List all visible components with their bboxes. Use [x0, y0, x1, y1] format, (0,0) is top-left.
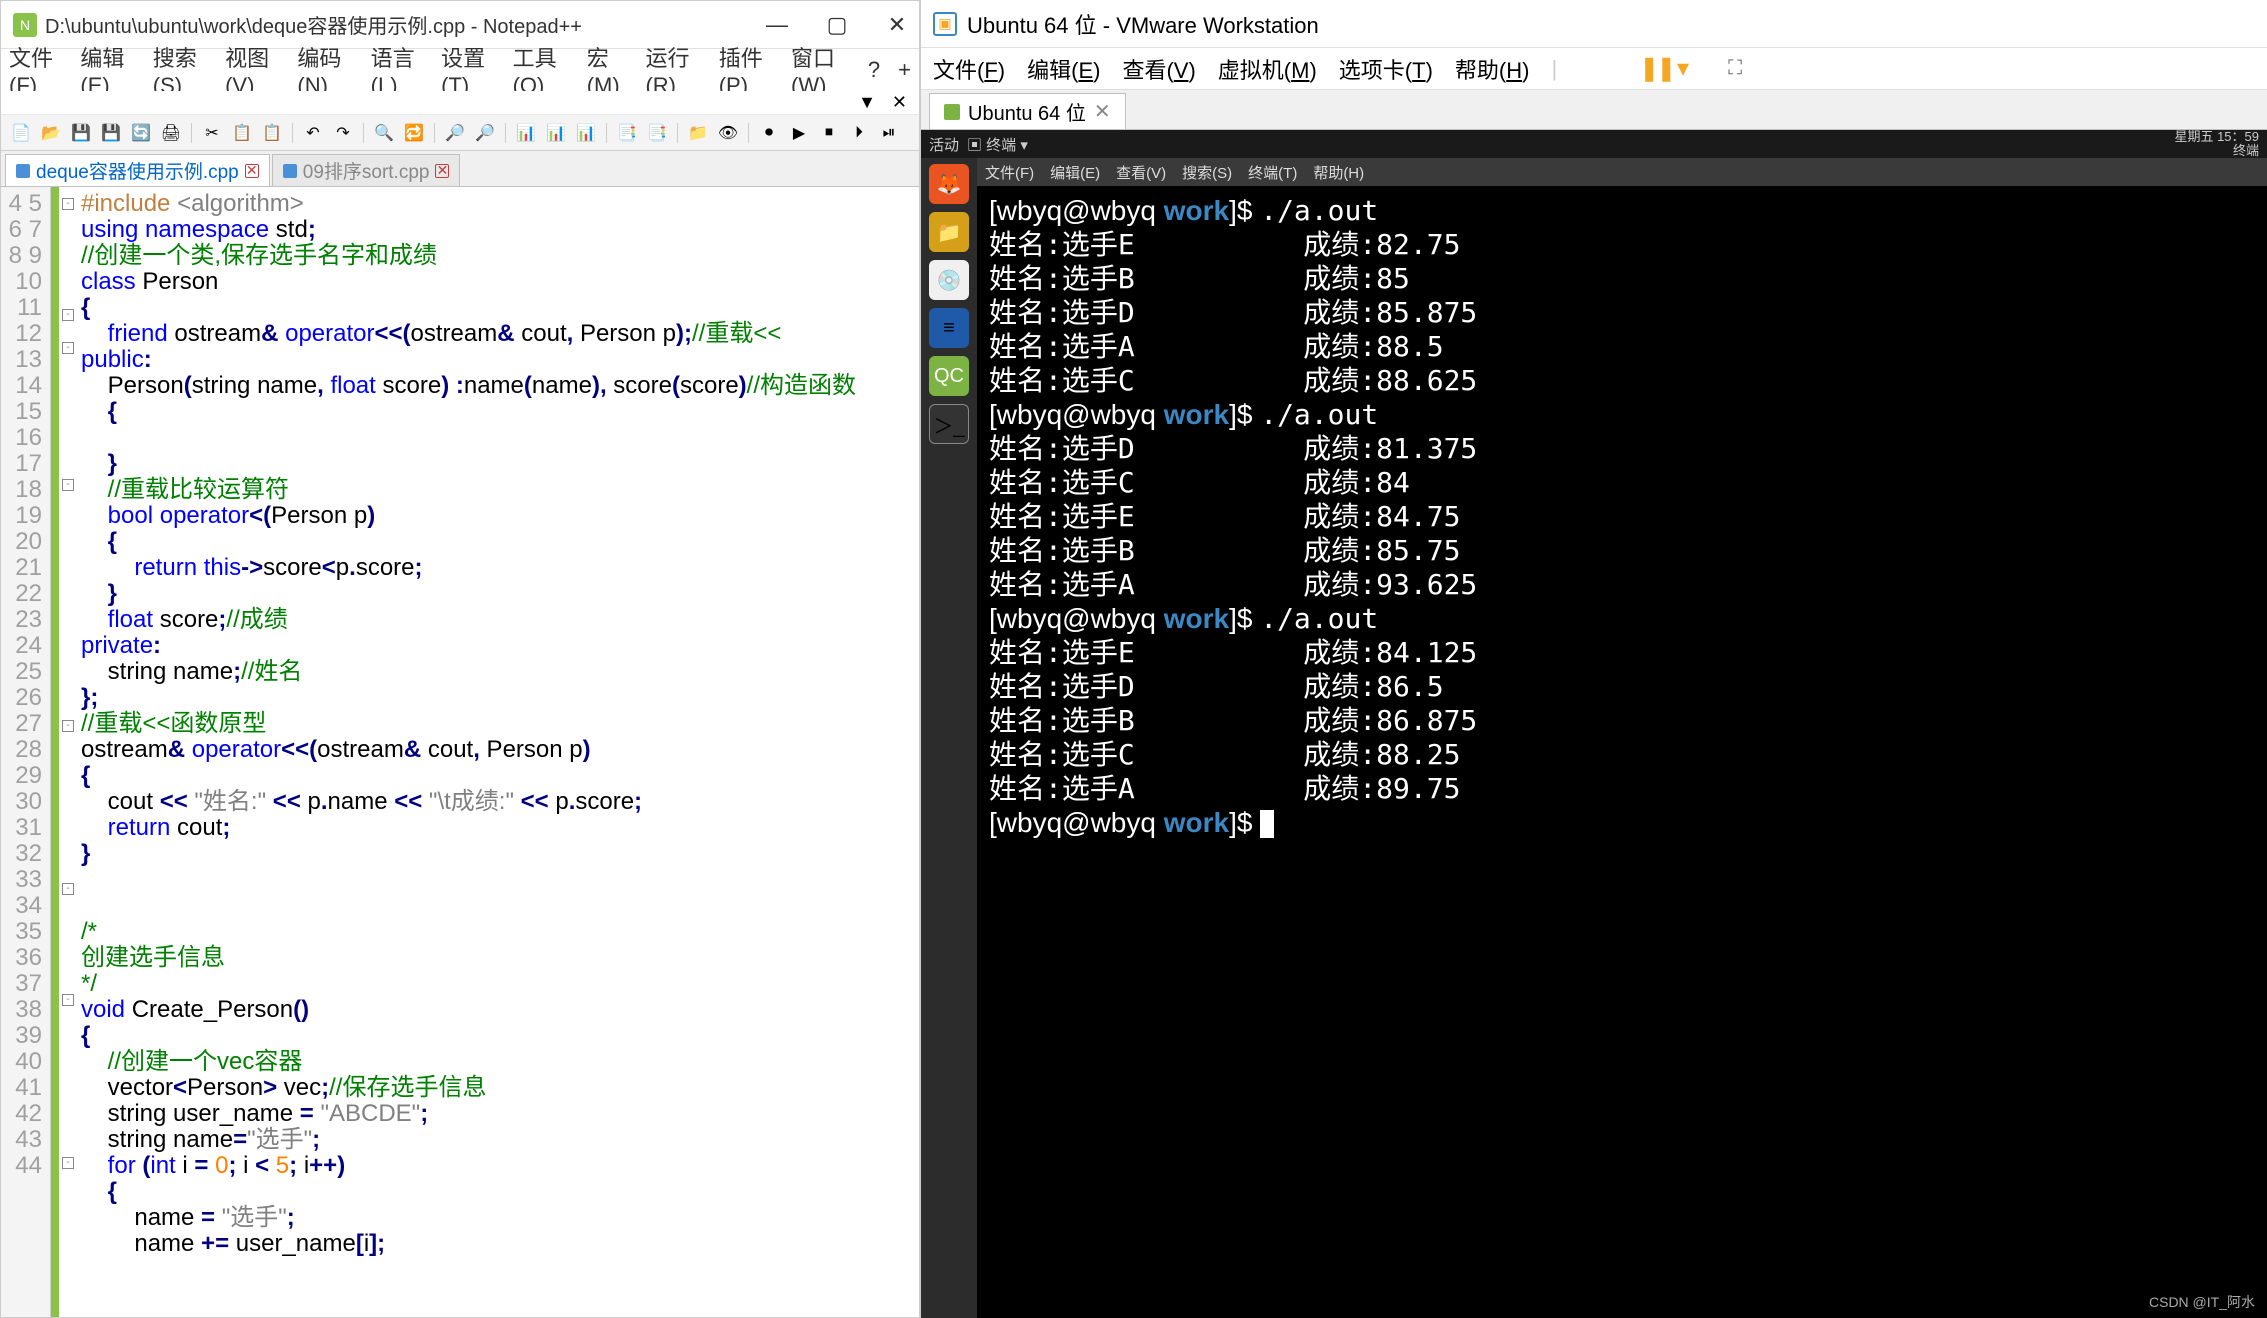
tab-label: deque容器使用示例.cpp [36, 157, 239, 184]
toolbar-icon[interactable]: 📊 [514, 121, 538, 145]
toolbar-icon[interactable]: 📂 [39, 121, 63, 145]
terminal-menu-item[interactable]: 编辑(E) [1050, 162, 1100, 183]
toolbar-icon[interactable]: ▶ [787, 121, 811, 145]
terminal-menubar: 文件(F) 编辑(E) 查看(V) 搜索(S) 终端(T) 帮助(H) [977, 158, 2267, 186]
ubuntu-dock: 🦊 📁 💿 ≡ QC ＞_ [921, 158, 977, 1318]
toolbar-icon[interactable]: 💾 [69, 121, 93, 145]
toolbar-icon[interactable]: ⏹ [817, 121, 841, 145]
vm-tabs: Ubuntu 64 位 ✕ [921, 90, 2267, 130]
vm-tab-label: Ubuntu 64 位 [968, 97, 1086, 126]
panel-item[interactable]: ▣ 终端 ▾ [967, 134, 1028, 155]
terminal-output[interactable]: [wbyq@wbyq work]$ ./a.out 姓名:选手E 成绩:82.7… [977, 186, 2267, 1318]
vscode-icon[interactable]: ≡ [929, 308, 969, 348]
close-button[interactable]: ✕ [887, 15, 907, 35]
vm-menu-item[interactable]: 帮助(H) [1455, 53, 1530, 85]
toolbar-icon[interactable]: ⏯ [877, 121, 901, 145]
notepadpp-window: N D:\ubuntu\ubuntu\work\deque容器使用示例.cpp … [0, 0, 920, 1318]
toolbar-icon[interactable]: 📁 [686, 121, 710, 145]
toolbar-icon[interactable]: ↶ [301, 121, 325, 145]
npp-app-icon: N [13, 13, 37, 37]
toolbar-icon[interactable]: 📄 [9, 121, 33, 145]
toolbar-icon[interactable]: 👁 [716, 121, 740, 145]
menu-item[interactable]: + [898, 57, 911, 83]
vm-tab-icon [944, 104, 960, 120]
npp-menubar: 文件(F)编辑(E)搜索(S)视图(V)编码(N)语言(L)设置(T)工具(O)… [1, 49, 919, 91]
panel-item[interactable]: 活动 [929, 134, 959, 155]
vmware-window: ▣ Ubuntu 64 位 - VMware Workstation 文件(F)… [920, 0, 2267, 1318]
npp-title: D:\ubuntu\ubuntu\work\deque容器使用示例.cpp - … [45, 10, 767, 39]
terminal-icon[interactable]: ＞_ [929, 404, 969, 444]
vm-title: Ubuntu 64 位 - VMware Workstation [967, 8, 1319, 40]
toolbar-icon[interactable]: 🔎 [473, 121, 497, 145]
minimize-button[interactable]: — [767, 15, 787, 35]
toolbar-icon[interactable]: 📑 [615, 121, 639, 145]
npp-toolbar: 📄📂💾💾🔄🖨✂📋📋↶↷🔍🔁🔎🔎📊📊📊📑📑📁👁⏺▶⏹⏵⏯ [1, 115, 919, 151]
toolbar-icon[interactable]: 📊 [544, 121, 568, 145]
toolbar-icon[interactable]: 💾 [99, 121, 123, 145]
pause-icon[interactable]: ❚❚ ▾ [1639, 54, 1686, 83]
vm-menu-item[interactable]: 查看(V) [1122, 53, 1195, 85]
toolbar-icon[interactable]: ⏺ [757, 121, 781, 145]
qt-icon[interactable]: QC [929, 356, 969, 396]
toolbar-icon[interactable]: 🔍 [372, 121, 396, 145]
toolbar-icon[interactable]: 🖨 [159, 121, 183, 145]
code-editor[interactable]: 4 5 6 7 8 9 10 11 12 13 14 15 16 17 18 1… [1, 187, 919, 1317]
vmware-app-icon: ▣ [933, 12, 957, 36]
toolbar-overflow: ▼ ✕ [1, 91, 919, 115]
vm-menu-item[interactable]: 文件(F) [933, 53, 1005, 85]
toolbar-icon[interactable]: 📑 [645, 121, 669, 145]
vm-guest-screen[interactable]: 活动 ▣ 终端 ▾ 星期五 15：59终端 文件(F) 编辑(E) 查看(V) 搜索(S… [921, 130, 2267, 1318]
maximize-button[interactable]: ▢ [827, 15, 847, 35]
panel-clock: 终端 [2233, 144, 2259, 158]
fold-gutter: -------- [59, 187, 77, 1317]
watermark: CSDN @IT_阿水 [2149, 1292, 2255, 1312]
file-icon [16, 164, 30, 178]
file-icon [283, 164, 297, 178]
overflow-chevron-icon[interactable]: ▼ [858, 92, 876, 113]
npp-tabs: deque容器使用示例.cpp ✕ 09排序sort.cpp ✕ [1, 151, 919, 187]
terminal-menu-item[interactable]: 文件(F) [985, 162, 1034, 183]
terminal-menu-item[interactable]: 查看(V) [1116, 162, 1166, 183]
vm-menu-item[interactable]: 选项卡(T) [1339, 53, 1433, 85]
tab-label: 09排序sort.cpp [303, 157, 430, 184]
ubuntu-top-panel: 活动 ▣ 终端 ▾ 星期五 15：59终端 [921, 130, 2267, 158]
vm-titlebar[interactable]: ▣ Ubuntu 64 位 - VMware Workstation [921, 0, 2267, 48]
terminal-menu-item[interactable]: 搜索(S) [1182, 162, 1232, 183]
toolbar-icon[interactable]: 📊 [574, 121, 598, 145]
toolbar-icon[interactable]: 🔄 [129, 121, 153, 145]
editor-tab[interactable]: deque容器使用示例.cpp ✕ [5, 154, 270, 186]
code-content[interactable]: #include <algorithm> using namespace std… [77, 187, 919, 1317]
vm-menubar: 文件(F)编辑(E)查看(V)虚拟机(M)选项卡(T)帮助(H)|❚❚ ▾⛶ [921, 48, 2267, 90]
vm-menu-item[interactable]: 虚拟机(M) [1218, 53, 1317, 85]
toolbar-icon[interactable]: ✂ [200, 121, 224, 145]
change-marker [51, 187, 59, 1317]
menu-item[interactable]: ? [868, 57, 880, 83]
vm-tab-ubuntu[interactable]: Ubuntu 64 位 ✕ [929, 93, 1126, 129]
overflow-close-icon[interactable]: ✕ [892, 92, 907, 113]
toolbar-icon[interactable]: 📋 [230, 121, 254, 145]
tab-close-icon[interactable]: ✕ [245, 164, 259, 178]
toolbar-icon[interactable]: ⏵ [847, 121, 871, 145]
tab-close-icon[interactable]: ✕ [435, 164, 449, 178]
toolbar-icon[interactable]: 🔁 [402, 121, 426, 145]
toolbar-icon[interactable]: 📋 [260, 121, 284, 145]
tab-close-icon[interactable]: ✕ [1094, 99, 1111, 124]
editor-tab[interactable]: 09排序sort.cpp ✕ [272, 154, 461, 186]
terminal-menu-item[interactable]: 终端(T) [1248, 162, 1297, 183]
line-gutter: 4 5 6 7 8 9 10 11 12 13 14 15 16 17 18 1… [1, 187, 51, 1317]
panel-clock: 星期五 15：59 [2174, 130, 2259, 144]
fullscreen-icon[interactable]: ⛶ [1728, 57, 1742, 80]
disk-icon[interactable]: 💿 [929, 260, 969, 300]
terminal-menu-item[interactable]: 帮助(H) [1313, 162, 1364, 183]
toolbar-icon[interactable]: ↷ [331, 121, 355, 145]
files-icon[interactable]: 📁 [929, 212, 969, 252]
firefox-icon[interactable]: 🦊 [929, 164, 969, 204]
vm-menu-item[interactable]: 编辑(E) [1027, 53, 1100, 85]
toolbar-icon[interactable]: 🔎 [443, 121, 467, 145]
